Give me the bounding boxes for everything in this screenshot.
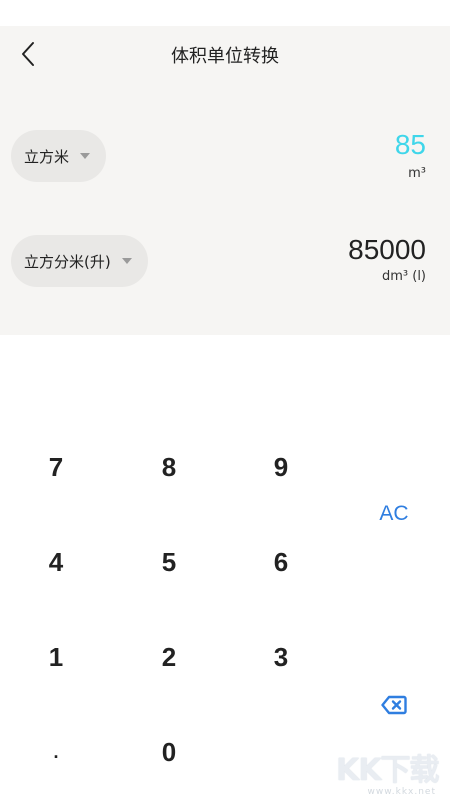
key-3[interactable]: 3 <box>231 617 331 697</box>
to-unit-symbol: dm³ (l) <box>381 269 426 284</box>
from-unit-dropdown[interactable]: 立方米 <box>11 130 107 182</box>
key-6[interactable]: 6 <box>231 522 331 602</box>
key-9[interactable]: 9 <box>231 427 331 507</box>
converter-panel: 立方米 85 m³ 立方分米(升) 85000 dm³ (l) <box>0 82 450 335</box>
to-value-display[interactable]: 85000 <box>348 234 426 266</box>
watermark-logo: KK下载 www.kkx.net <box>336 745 440 797</box>
clear-button[interactable]: AC <box>344 474 444 554</box>
watermark-text: KK下载 <box>336 753 440 788</box>
key-8[interactable]: 8 <box>119 427 219 507</box>
key-4[interactable]: 4 <box>6 522 106 602</box>
key-0[interactable]: 0 <box>119 712 219 792</box>
key-5[interactable]: 5 <box>119 522 219 602</box>
backspace-icon <box>381 695 407 715</box>
backspace-button[interactable] <box>344 665 444 745</box>
page-title: 体积单位转换 <box>171 46 279 67</box>
from-unit-symbol: m³ <box>408 166 426 181</box>
status-bar <box>0 0 450 26</box>
caret-down-icon <box>80 153 91 159</box>
key-1[interactable]: 1 <box>6 617 106 697</box>
from-value-display[interactable]: 85 <box>395 129 426 161</box>
numeric-keypad: 7 8 9 4 5 6 1 2 3 . 0 AC <box>0 335 450 800</box>
from-unit-label: 立方米 <box>24 147 70 166</box>
key-decimal[interactable]: . <box>6 712 106 792</box>
app-header: 体积单位转换 <box>0 26 450 82</box>
to-unit-label: 立方分米(升) <box>24 252 111 271</box>
to-unit-dropdown[interactable]: 立方分米(升) <box>11 235 148 287</box>
key-7[interactable]: 7 <box>6 427 106 507</box>
key-2[interactable]: 2 <box>119 617 219 697</box>
caret-down-icon <box>121 258 132 264</box>
